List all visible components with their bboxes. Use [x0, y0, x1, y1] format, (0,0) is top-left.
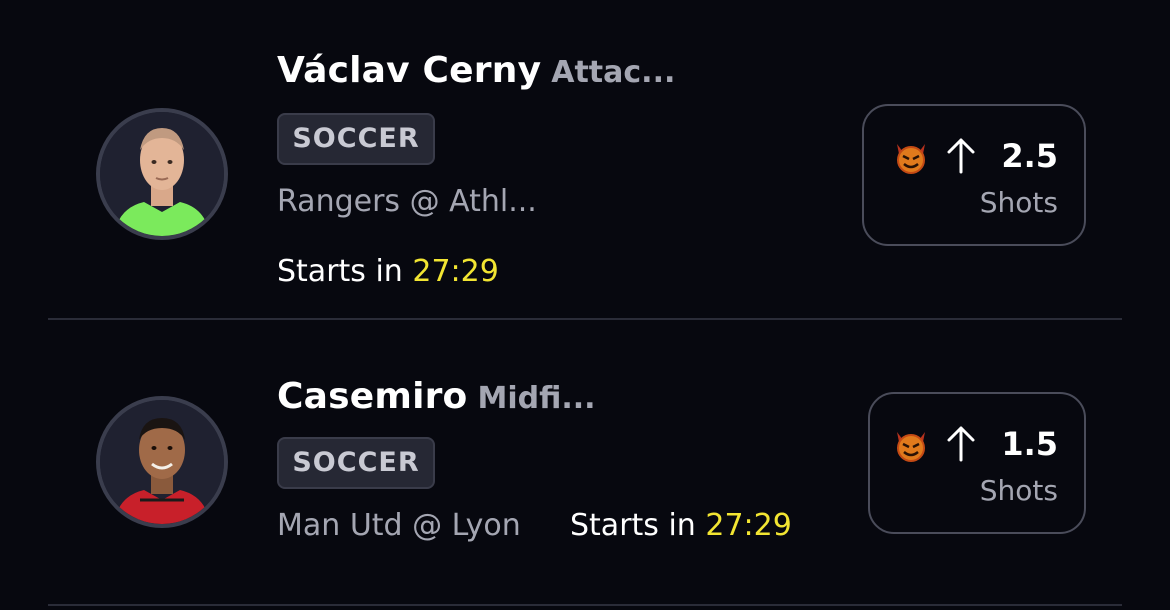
starts-in-label: Starts in — [570, 508, 696, 543]
player-position: Attac... — [551, 55, 676, 90]
player-name-line: Václav Cerny Attac... — [277, 50, 675, 91]
player-name-line: Casemiro Midfi... — [277, 376, 596, 417]
line-value: 1.5 — [1001, 425, 1058, 463]
projection-card[interactable]: 2.5 Shots — [862, 104, 1086, 246]
stat-type: Shots — [979, 186, 1058, 219]
player-name: Casemiro — [277, 376, 468, 417]
sport-badge: SOCCER — [277, 113, 435, 165]
player-position: Midfi... — [477, 381, 596, 416]
starts-in-label: Starts in — [277, 254, 403, 289]
projection-card[interactable]: 1.5 Shots — [868, 392, 1086, 534]
player-avatar — [96, 396, 228, 528]
player-pick-row[interactable]: Casemiro Midfi... SOCCER Man Utd @ Lyon S… — [0, 320, 1170, 608]
line-value: 2.5 — [1001, 137, 1058, 175]
start-countdown: 27:29 — [412, 254, 499, 289]
start-time-line: Starts in 27:29 — [570, 508, 792, 543]
devil-emoji-icon — [891, 424, 931, 464]
player-avatar — [96, 108, 228, 240]
arrow-up-icon — [943, 424, 979, 464]
stat-type: Shots — [979, 474, 1058, 507]
devil-emoji-icon — [891, 136, 931, 176]
player-pick-row[interactable]: Václav Cerny Attac... SOCCER Rangers @ At… — [0, 0, 1170, 320]
start-countdown: 27:29 — [705, 508, 792, 543]
player-name: Václav Cerny — [277, 50, 542, 91]
row-divider — [48, 604, 1122, 606]
arrow-up-icon — [943, 136, 979, 176]
start-time-line: Starts in 27:29 — [277, 254, 499, 289]
sport-badge: SOCCER — [277, 437, 435, 489]
matchup-text: Rangers @ Athl... — [277, 184, 537, 219]
matchup-text: Man Utd @ Lyon — [277, 508, 521, 543]
player-picks-list: Václav Cerny Attac... SOCCER Rangers @ At… — [0, 0, 1170, 610]
